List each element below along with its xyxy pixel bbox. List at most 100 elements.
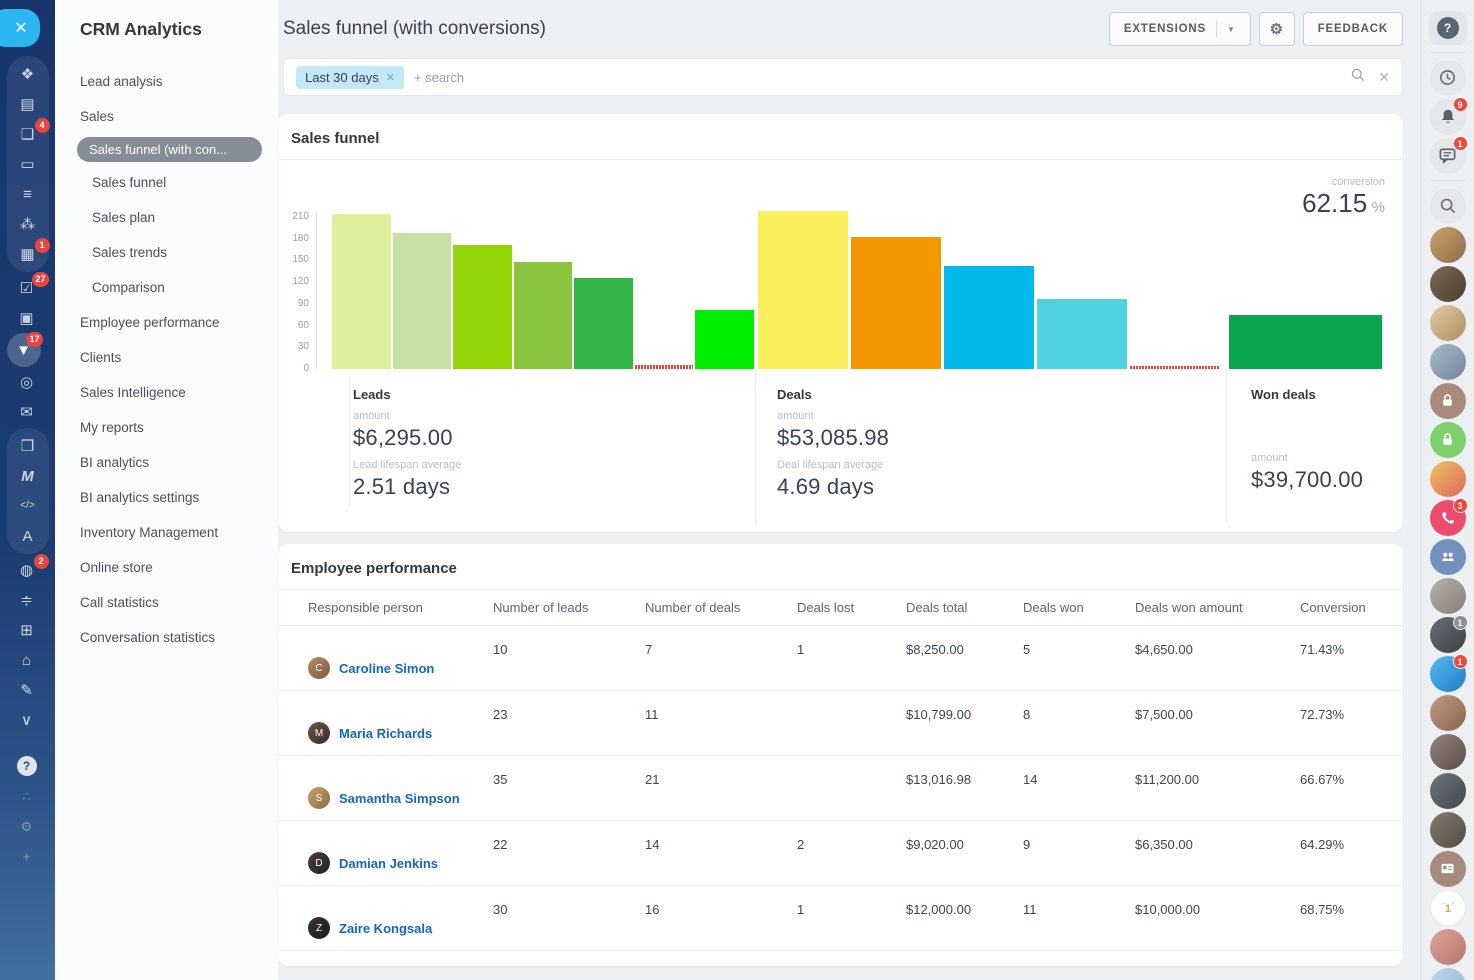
user-avatar[interactable] bbox=[1429, 966, 1467, 980]
sidebar-item-lead-analysis[interactable]: Lead analysis bbox=[55, 64, 278, 99]
group-chat[interactable] bbox=[1429, 537, 1467, 576]
automation-button[interactable]: ≑ bbox=[7, 585, 47, 615]
notifications-button[interactable]: 9 bbox=[1429, 97, 1467, 136]
settings-button[interactable]: ⚙ bbox=[1259, 12, 1295, 46]
sidebar-item-sales-intelligence[interactable]: Sales Intelligence bbox=[55, 375, 278, 410]
person-link[interactable]: Zaire Kongsala bbox=[339, 921, 432, 936]
more-button[interactable]: ∨ bbox=[7, 705, 47, 735]
employees-button[interactable]: ⁂ bbox=[8, 209, 48, 239]
mail-button[interactable]: ✉ bbox=[7, 397, 47, 427]
chip-remove-icon[interactable]: ✕ bbox=[386, 71, 395, 84]
history-button[interactable] bbox=[1429, 58, 1467, 97]
extensions-button[interactable]: EXTENSIONS ▼ bbox=[1109, 12, 1251, 46]
close-menu-button[interactable]: ✕ bbox=[0, 9, 40, 47]
sidebar-item-inventory-management[interactable]: Inventory Management bbox=[55, 515, 278, 550]
search-icon[interactable] bbox=[1350, 67, 1366, 88]
contacts-chat[interactable] bbox=[1429, 849, 1467, 888]
filter-chip[interactable]: Last 30 days ✕ bbox=[296, 66, 404, 89]
column-header-conversion: Conversion bbox=[1300, 600, 1403, 615]
store-button[interactable]: ⊞ bbox=[7, 615, 47, 645]
user-avatar[interactable] bbox=[1429, 693, 1467, 732]
market-button[interactable]: ◍2 bbox=[7, 555, 47, 585]
cell-won_amount: $10,000.00 bbox=[1135, 886, 1300, 950]
filter-bar[interactable]: Last 30 days ✕ ✕ bbox=[283, 58, 1403, 96]
user-avatar[interactable] bbox=[1429, 927, 1467, 966]
calls-button[interactable]: 3 bbox=[1429, 498, 1467, 537]
settings-button[interactable]: ⚙ bbox=[7, 811, 47, 841]
share-button[interactable]: ∴ bbox=[7, 781, 47, 811]
funnel-bar-won-deals-1 bbox=[1229, 315, 1382, 369]
sidebar-item-employee-performance[interactable]: Employee performance bbox=[55, 305, 278, 340]
leads-amount-label: amount bbox=[353, 410, 755, 422]
sidebar-item-sales-funnel[interactable]: Sales funnel bbox=[55, 165, 278, 200]
search-button[interactable] bbox=[1429, 186, 1467, 225]
clear-filter-icon[interactable]: ✕ bbox=[1378, 69, 1390, 86]
group-avatar[interactable] bbox=[1429, 459, 1467, 498]
metrics-button[interactable]: M bbox=[8, 461, 48, 491]
cell-lost: 1 bbox=[797, 886, 906, 950]
chevron-down-icon[interactable]: ▼ bbox=[1227, 25, 1236, 34]
cell-total: $13,016.98 bbox=[906, 756, 1023, 820]
messenger-button[interactable]: ❏4 bbox=[8, 119, 48, 149]
crm-button[interactable]: ▼17 bbox=[7, 333, 41, 367]
sidebar-item-comparison[interactable]: Comparison bbox=[55, 270, 278, 305]
sites-button[interactable]: A bbox=[8, 521, 48, 551]
calendar-button[interactable]: ▦1 bbox=[8, 239, 48, 269]
funnel-bar-leads-5 bbox=[574, 278, 633, 369]
user-avatar[interactable] bbox=[1429, 732, 1467, 771]
person-link[interactable]: Damian Jenkins bbox=[339, 856, 438, 871]
user-avatar[interactable] bbox=[1429, 264, 1467, 303]
sidebar-item-sales[interactable]: Sales bbox=[55, 99, 278, 134]
search-input[interactable] bbox=[414, 70, 1350, 85]
private-chat[interactable] bbox=[1429, 381, 1467, 420]
catalog-button[interactable]: ❒ bbox=[8, 431, 48, 461]
company-button[interactable]: ⌂ bbox=[7, 645, 47, 675]
sidebar-item-bi-analytics-settings[interactable]: BI analytics settings bbox=[55, 480, 278, 515]
chat-button[interactable]: 1 bbox=[1429, 136, 1467, 175]
code-button[interactable]: </> bbox=[8, 491, 48, 521]
sites-icon: A bbox=[22, 529, 32, 544]
user-avatar[interactable] bbox=[1429, 810, 1467, 849]
user-avatar[interactable] bbox=[1429, 303, 1467, 342]
private-chat[interactable] bbox=[1429, 420, 1467, 459]
network-button[interactable]: ❖ bbox=[8, 59, 48, 89]
help-button[interactable]: ? bbox=[7, 751, 47, 781]
person-link[interactable]: Samantha Simpson bbox=[339, 791, 460, 806]
user-avatar[interactable] bbox=[1429, 225, 1467, 264]
user-avatar[interactable]: 1 bbox=[1429, 615, 1467, 654]
feed-button[interactable]: ▤ bbox=[8, 89, 48, 119]
person-link[interactable]: Maria Richards bbox=[339, 726, 432, 741]
user-avatar[interactable] bbox=[1429, 576, 1467, 615]
sidebar-item-bi-analytics[interactable]: BI analytics bbox=[55, 445, 278, 480]
y-axis-tick: 150 bbox=[283, 254, 309, 265]
sidebar-item-my-reports[interactable]: My reports bbox=[55, 410, 278, 445]
sidebar-item-call-statistics[interactable]: Call statistics bbox=[55, 585, 278, 620]
person-link[interactable]: Caroline Simon bbox=[339, 661, 434, 676]
badge: 3 bbox=[1453, 498, 1468, 513]
add-button[interactable]: + bbox=[7, 841, 47, 871]
feedback-button[interactable]: FEEDBACK bbox=[1303, 12, 1403, 46]
sidebar-item-conversation-statistics[interactable]: Conversation statistics bbox=[55, 620, 278, 655]
funnel-bar-deals-4 bbox=[1037, 299, 1127, 369]
user-avatar[interactable] bbox=[1429, 771, 1467, 810]
avatar-image bbox=[1430, 344, 1466, 380]
user-avatar[interactable] bbox=[1429, 342, 1467, 381]
badge: 2 bbox=[34, 554, 49, 569]
sidebar-item-sales-funnel-with-con[interactable]: Sales funnel (with con... bbox=[77, 137, 262, 162]
sidebar-item-sales-plan[interactable]: Sales plan bbox=[55, 200, 278, 235]
intranet-chat[interactable]: 1 bbox=[1429, 654, 1467, 693]
sidebar-item-online-store[interactable]: Online store bbox=[55, 550, 278, 585]
table-row: MMaria Richards2311$10,799.008$7,500.007… bbox=[278, 691, 1403, 756]
cell-conversion: 66.67% bbox=[1300, 756, 1403, 820]
inbox-button[interactable]: ▭ bbox=[8, 149, 48, 179]
sidebar-item-clients[interactable]: Clients bbox=[55, 340, 278, 375]
help-button[interactable]: ? bbox=[1429, 8, 1467, 47]
sidebar-item-sales-trends[interactable]: Sales trends bbox=[55, 235, 278, 270]
sign-button[interactable]: ✎ bbox=[7, 675, 47, 705]
chat-icon bbox=[1438, 146, 1457, 165]
target-button[interactable]: ◎ bbox=[7, 367, 47, 397]
birthday-chat[interactable]: 1 bbox=[1429, 888, 1467, 927]
documents-button[interactable]: ≡ bbox=[8, 179, 48, 209]
contact-card-button[interactable]: ▣ bbox=[7, 303, 47, 333]
tasks-button[interactable]: ☑27 bbox=[7, 273, 47, 303]
